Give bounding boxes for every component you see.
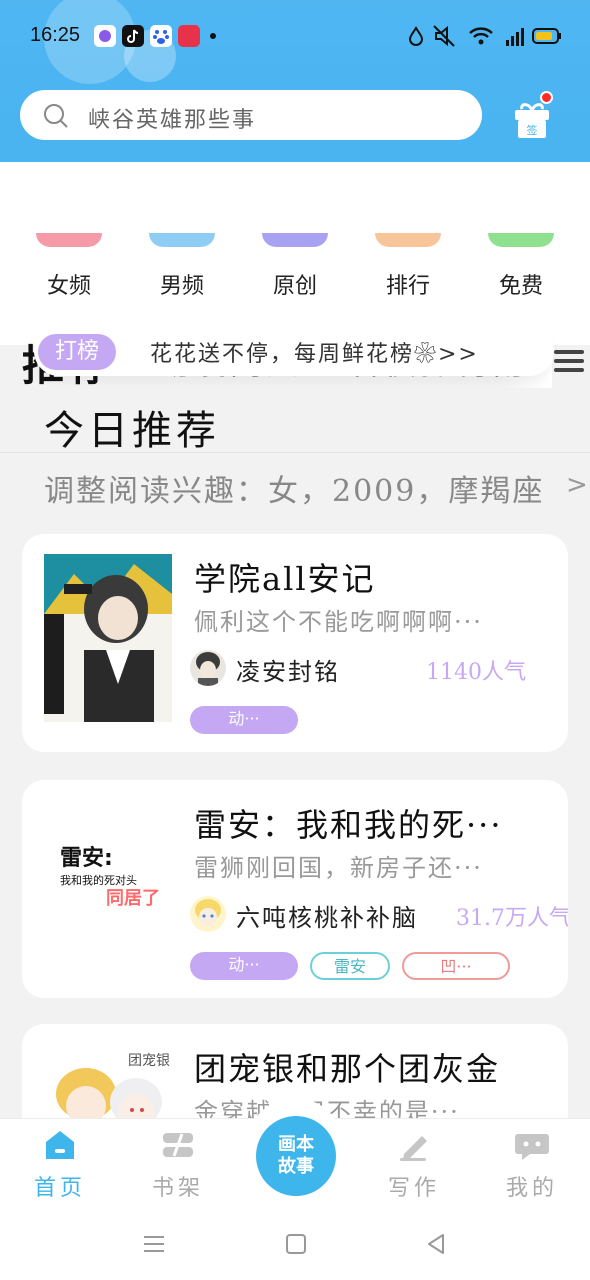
news-app-icon	[178, 25, 200, 47]
fab-line1: 画本	[278, 1134, 314, 1155]
reading-interest-link[interactable]: 调整阅读兴趣：女，2009，摩羯座	[44, 466, 544, 510]
fab-line2: 故事	[278, 1156, 314, 1177]
baidu-icon	[150, 25, 172, 47]
nav-write-label[interactable]: 写作	[364, 1170, 464, 1202]
book-cover	[44, 554, 172, 722]
author-name: 六吨核桃补补脑	[236, 904, 418, 932]
book-card[interactable]: 学院all安记 佩利这个不能吃啊啊啊··· 凌安封铭 1140人气 动···	[22, 534, 568, 752]
status-time: 16:25	[30, 24, 81, 46]
book-cover: 雷安: 我和我的死对头 同居了	[44, 800, 172, 968]
nav-home[interactable]	[10, 1128, 110, 1166]
popularity-count: 31.7万人气	[456, 906, 568, 931]
avatar	[190, 896, 226, 932]
menu-icon[interactable]	[554, 348, 584, 374]
gift-label: 签	[527, 123, 538, 137]
cover-text: 雷安:	[60, 846, 113, 871]
popularity-count: 1140人气	[426, 660, 526, 685]
search-placeholder: 峡谷英雄那些事	[88, 108, 257, 133]
bookshelf-icon	[163, 1133, 193, 1157]
book-tag[interactable]: 动···	[190, 706, 298, 734]
category-free[interactable]: 免费	[481, 268, 561, 300]
book-card[interactable]: 雷安: 我和我的死对头 同居了 雷安：我和我的死··· 雷狮刚回国，新房子还··…	[22, 780, 568, 998]
section-title: 今日推荐	[44, 408, 220, 454]
rank-banner-text: 花花送不停，每周鲜花榜❀>>	[150, 342, 479, 367]
mute-icon	[433, 25, 455, 47]
tiktok-icon	[122, 25, 144, 47]
category-male-icon	[149, 233, 215, 247]
category-free-icon	[488, 233, 554, 247]
search-bar[interactable]: 峡谷英雄那些事	[20, 90, 482, 140]
status-dot-icon	[210, 33, 216, 39]
category-ranking-icon	[375, 233, 441, 247]
story-create-button[interactable]: 画本 故事	[256, 1116, 336, 1196]
recent-apps-icon[interactable]	[142, 1232, 166, 1256]
nav-me[interactable]	[482, 1128, 582, 1166]
cover-text: 同居了	[106, 888, 160, 909]
book-tag[interactable]: 动···	[190, 952, 298, 980]
category-male[interactable]: 男频	[142, 268, 222, 300]
category-ranking[interactable]: 排行	[368, 268, 448, 300]
book-title: 团宠银和那个团灰金	[194, 1050, 501, 1088]
nav-home-label[interactable]: 首页	[10, 1170, 110, 1202]
pencil-icon	[400, 1136, 427, 1161]
alarm-icon	[408, 26, 424, 46]
cover-text: 团宠银	[128, 1053, 170, 1069]
author-name: 凌安封铭	[236, 658, 340, 686]
book-title: 雷安：我和我的死···	[194, 806, 503, 844]
book-tag[interactable]: 凹···	[402, 952, 510, 980]
chat-bubble-icon	[515, 1134, 549, 1160]
category-female-icon	[36, 233, 102, 247]
home-square-icon[interactable]	[284, 1232, 308, 1256]
status-bar: 16:25	[0, 0, 590, 72]
search-icon	[44, 104, 68, 128]
nav-bookshelf[interactable]	[128, 1128, 228, 1166]
category-original-icon	[262, 233, 328, 247]
divider	[0, 452, 590, 453]
nav-bookshelf-label[interactable]: 书架	[128, 1170, 228, 1202]
chevron-right-icon[interactable]: >	[566, 470, 588, 500]
book-description: 佩利这个不能吃啊啊啊···	[194, 608, 483, 636]
notification-dot	[540, 91, 553, 104]
book-tag[interactable]: 雷安	[310, 952, 390, 980]
category-original[interactable]: 原创	[255, 268, 335, 300]
nav-me-label[interactable]: 我的	[482, 1170, 582, 1202]
wifi-icon	[469, 27, 493, 45]
app-icon-purple	[94, 25, 116, 47]
tab-bar: 推荐 动漫同人 名侦探柯南	[0, 162, 590, 390]
nav-write[interactable]	[364, 1128, 464, 1166]
category-female[interactable]: 女频	[29, 268, 109, 300]
battery-icon	[532, 28, 561, 44]
home-icon	[46, 1131, 74, 1159]
book-title: 学院all安记	[194, 560, 376, 598]
book-description: 雷狮刚回国，新房子还···	[194, 854, 483, 882]
avatar	[190, 650, 226, 686]
back-icon[interactable]	[424, 1232, 448, 1256]
signal-icon	[506, 28, 524, 46]
rank-badge: 打榜	[38, 334, 116, 370]
